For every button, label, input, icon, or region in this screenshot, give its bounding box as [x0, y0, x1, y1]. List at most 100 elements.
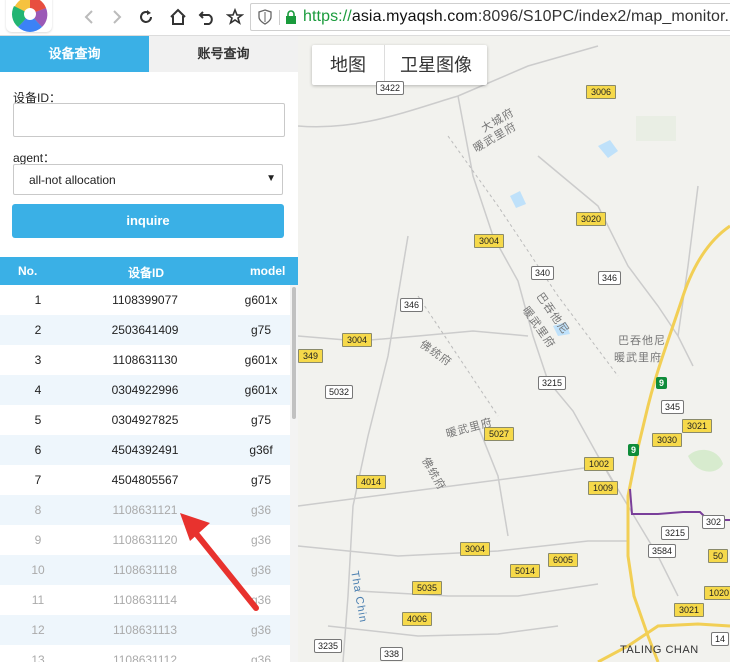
row-model: g36 — [250, 623, 272, 637]
table-row[interactable]: 4 0304922996 g601x — [0, 375, 290, 405]
road-shield: 338 — [380, 647, 404, 661]
road-shield: 3004 — [474, 234, 505, 248]
road-shield: 3215 — [661, 526, 690, 540]
row-device-id: 1108631113 — [112, 623, 178, 637]
shield-icon — [258, 9, 272, 25]
row-model: g75 — [250, 323, 272, 337]
row-model: g601x — [244, 293, 278, 307]
table-header: No. 设备ID model — [0, 257, 298, 285]
map-type-toggle: 地图 卫星图像 — [312, 45, 487, 85]
header-model[interactable]: model — [250, 264, 285, 278]
table-row[interactable]: 13 1108631112 g36 — [0, 645, 290, 662]
undo-icon[interactable] — [195, 5, 219, 29]
table-row[interactable]: 2 2503641409 g75 — [0, 315, 290, 345]
road-shield: 5032 — [325, 385, 354, 399]
row-model: g75 — [250, 413, 272, 427]
map-district-label: TALING CHAN — [620, 644, 699, 656]
road-shield: 1002 — [584, 457, 615, 471]
lock-icon — [286, 10, 296, 24]
address-bar[interactable]: https://asia.myaqsh.com:8096/S10PC/index… — [250, 3, 730, 31]
row-no: 6 — [34, 443, 42, 457]
row-no: 7 — [34, 473, 42, 487]
row-device-id: 1108631112 — [112, 653, 178, 662]
road-shield: 14 — [711, 632, 730, 646]
row-no: 4 — [34, 383, 42, 397]
dropdown-arrow-icon: ▼ — [266, 173, 276, 184]
row-model: g75 — [250, 473, 272, 487]
agent-select[interactable]: all-not allocation ▼ — [13, 164, 283, 195]
table-row[interactable]: 6 4504392491 g36f — [0, 435, 290, 465]
table-row[interactable]: 5 0304927825 g75 — [0, 405, 290, 435]
row-no: 12 — [31, 623, 45, 637]
map-view[interactable]: 地图 卫星图像 大城府 暖武里府 巴吞他尼 暖武里府 佛统府 巴吞他尼 暖武里府… — [298, 36, 730, 662]
url-text: https://asia.myaqsh.com:8096/S10PC/index… — [303, 8, 730, 26]
table-row[interactable]: 3 1108631130 g601x — [0, 345, 290, 375]
road-shield: 3584 — [648, 544, 677, 558]
row-no: 11 — [31, 593, 45, 607]
url-path: :8096/S10PC/index2/map_monitor.html — [477, 8, 730, 25]
row-model: g36f — [249, 443, 273, 457]
row-no: 5 — [34, 413, 42, 427]
row-device-id: 1108631130 — [112, 353, 178, 367]
road-shield: 50 — [708, 549, 729, 563]
map-type-map[interactable]: 地图 — [312, 45, 385, 85]
table-row[interactable]: 7 4504805567 g75 — [0, 465, 290, 495]
row-device-id: 0304927825 — [111, 413, 179, 427]
table-scrollbar-thumb[interactable] — [292, 287, 296, 419]
row-no: 3 — [34, 353, 42, 367]
road-shield: 5027 — [484, 427, 515, 441]
inquire-button[interactable]: inquire — [12, 204, 284, 238]
road-shield: 340 — [531, 266, 555, 280]
road-shield: 302 — [702, 515, 726, 529]
table-row[interactable]: 1 1108399077 g601x — [0, 285, 290, 315]
annotation-arrow-icon — [180, 513, 259, 611]
row-no: 9 — [34, 533, 42, 547]
forward-icon[interactable] — [104, 5, 128, 29]
road-shield: 3030 — [652, 433, 683, 447]
tab-device-query[interactable]: 设备查询 — [0, 36, 149, 72]
road-shield: 9 — [656, 377, 667, 389]
road-shield: 5035 — [412, 581, 443, 595]
row-no: 1 — [34, 293, 42, 307]
row-device-id: 2503641409 — [111, 323, 179, 337]
header-no[interactable]: No. — [18, 264, 37, 278]
road-shield: 1020 — [704, 586, 730, 600]
road-shield: 3422 — [376, 81, 405, 95]
road-shield: 3215 — [538, 376, 567, 390]
row-device-id: 4504805567 — [111, 473, 179, 487]
reload-icon[interactable] — [134, 5, 158, 29]
road-shield: 9 — [628, 444, 639, 456]
road-shield: 346 — [598, 271, 622, 285]
home-icon[interactable] — [166, 5, 190, 29]
map-place-label: 巴吞他尼 — [618, 335, 666, 347]
row-device-id: 0304922996 — [111, 383, 179, 397]
tab-account-query[interactable]: 账号查询 — [149, 36, 298, 72]
road-shield: 1009 — [588, 481, 619, 495]
star-icon[interactable] — [223, 5, 247, 29]
row-no: 2 — [34, 323, 42, 337]
browser-toolbar: https://asia.myaqsh.com:8096/S10PC/index… — [0, 0, 730, 36]
device-id-input[interactable] — [13, 103, 285, 137]
road-shield: 3020 — [576, 212, 607, 226]
agent-selected-value: all-not allocation — [29, 173, 116, 187]
road-shield: 345 — [661, 400, 685, 414]
row-device-id: 4504392491 — [111, 443, 179, 457]
map-type-satellite[interactable]: 卫星图像 — [385, 45, 487, 85]
browser-logo-icon — [6, 0, 52, 32]
road-shield: 3021 — [682, 419, 713, 433]
row-model: g36 — [250, 653, 272, 662]
road-shield: 3006 — [586, 85, 617, 99]
road-shield: 4014 — [356, 475, 387, 489]
road-shield: 349 — [298, 349, 324, 363]
row-no: 8 — [34, 503, 42, 517]
back-icon[interactable] — [78, 5, 102, 29]
row-no: 10 — [31, 563, 45, 577]
url-protocol: https:// — [303, 8, 352, 25]
row-no: 13 — [31, 653, 45, 662]
road-shield: 3004 — [460, 542, 491, 556]
url-host: asia.myaqsh.com — [351, 8, 478, 25]
header-device-id[interactable]: 设备ID — [128, 264, 164, 281]
map-place-label: 暖武里府 — [614, 352, 662, 364]
road-shield: 3021 — [674, 603, 705, 617]
road-shield: 3004 — [342, 333, 373, 347]
